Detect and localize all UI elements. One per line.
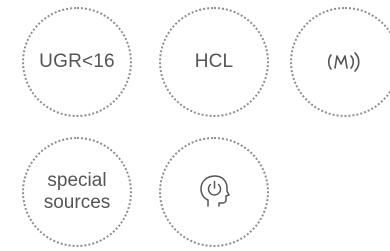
special-sources-badge: special sources (22, 137, 132, 247)
head-power-badge (159, 137, 269, 247)
ugr-badge: UGR<16 (22, 7, 132, 117)
head-power-icon (194, 172, 234, 212)
special-sources-line-2: sources (43, 192, 111, 213)
special-sources-line-1: special (47, 170, 107, 191)
sensor-icon (325, 47, 365, 77)
ugr-label: UGR<16 (39, 51, 115, 72)
special-sources-label: special sources (44, 170, 111, 214)
hcl-label: HCL (194, 51, 234, 72)
sensor-badge (290, 7, 390, 117)
hcl-badge: HCL (159, 7, 269, 117)
